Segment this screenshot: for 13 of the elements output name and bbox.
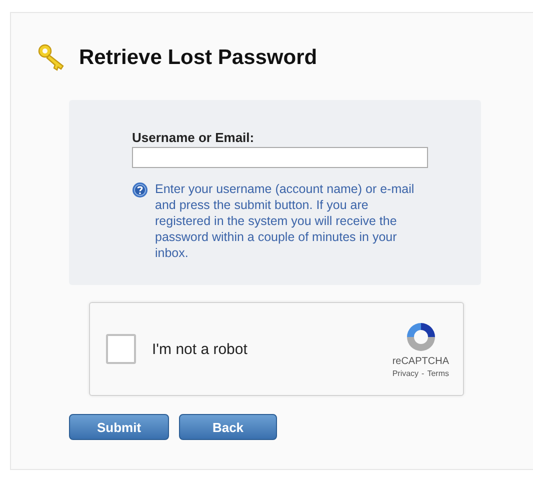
back-button[interactable]: Back xyxy=(179,414,277,440)
captcha-checkbox[interactable] xyxy=(106,334,136,364)
help-text: Enter your username (account name) or e-mail and press the submit button. If you are registered in the system you will receive the password within a couple of minutes in your inbox. xyxy=(155,181,416,261)
recaptcha-brand: reCAPTCHA xyxy=(392,356,449,367)
link-separator: - xyxy=(422,369,424,378)
help-icon xyxy=(132,182,148,198)
field-label: Username or Email: xyxy=(132,130,256,145)
captcha-label: I'm not a robot xyxy=(152,340,248,358)
terms-link[interactable]: Terms xyxy=(427,369,449,378)
username-input[interactable] xyxy=(132,147,428,168)
page-title: Retrieve Lost Password xyxy=(79,46,318,70)
privacy-link[interactable]: Privacy xyxy=(392,369,419,378)
submit-button[interactable]: Submit xyxy=(69,414,169,440)
